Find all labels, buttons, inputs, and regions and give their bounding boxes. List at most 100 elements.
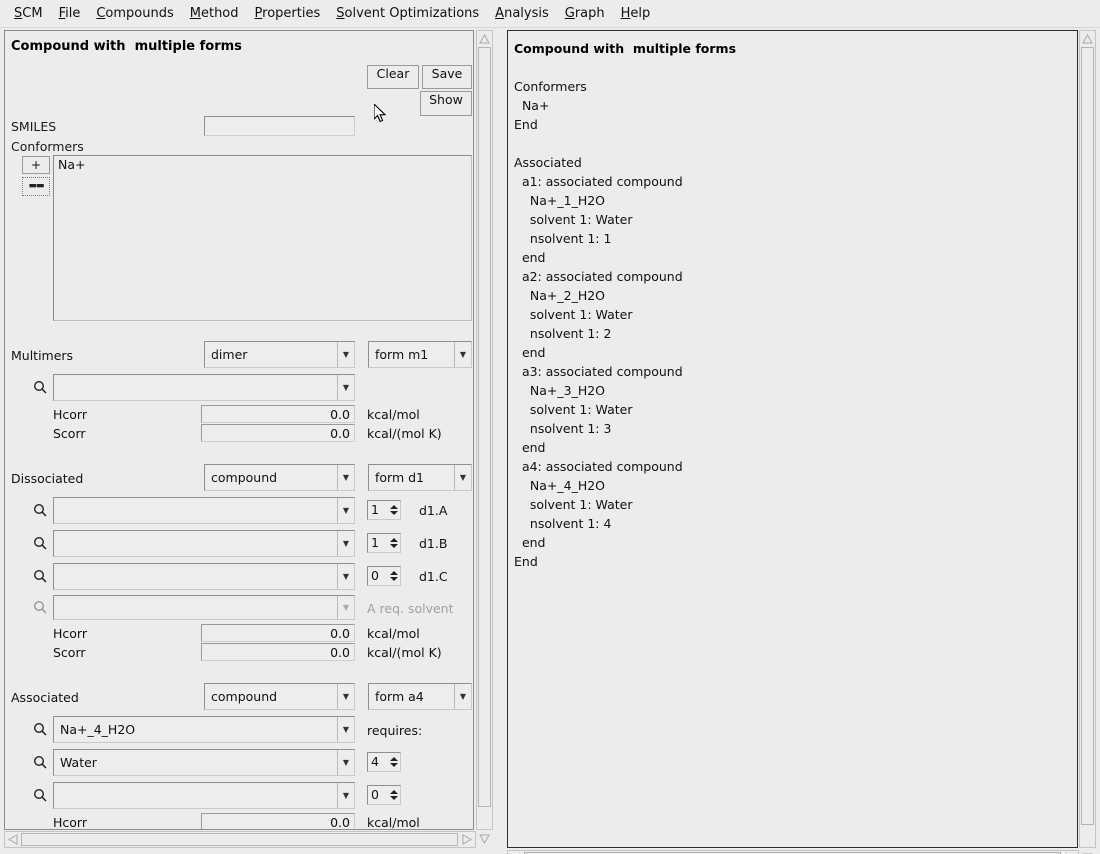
- add-conformer-button[interactable]: +: [22, 156, 50, 174]
- associated-compound-value-1: Na+_4_H2O: [54, 722, 337, 737]
- dissociated-form-value: form d1: [369, 470, 454, 485]
- show-button[interactable]: Show: [420, 91, 472, 116]
- scroll-up-button[interactable]: [1080, 31, 1095, 46]
- conformers-list[interactable]: Na+: [53, 155, 472, 321]
- stepper-arrows[interactable]: [387, 534, 400, 552]
- associated-count-stepper-2[interactable]: 4: [367, 752, 401, 772]
- dissociated-label: Dissociated: [11, 471, 83, 486]
- remove-conformer-button[interactable]: ▬▬: [22, 177, 50, 196]
- search-icon[interactable]: [31, 534, 50, 553]
- right-pane-bottom-scrollbar[interactable]: [507, 850, 1079, 854]
- output-line: End: [514, 552, 1071, 571]
- menu-bar: SCM File Compounds Method Properties Sol…: [0, 0, 1100, 28]
- stepper-arrows[interactable]: [387, 567, 400, 585]
- scroll-right-button[interactable]: [458, 832, 475, 847]
- dissociated-type-select[interactable]: compound ▼: [204, 464, 355, 491]
- chevron-down-icon[interactable]: ▼: [337, 783, 354, 808]
- dissociated-count-stepper-a[interactable]: 1: [367, 500, 401, 520]
- output-text-view[interactable]: Compound with multiple forms Conformers …: [507, 30, 1078, 848]
- associated-count-value-3: 0: [368, 786, 387, 804]
- search-icon[interactable]: [31, 753, 50, 772]
- dissociated-compound-select-b[interactable]: ▼: [53, 530, 355, 557]
- output-line: solvent 1: Water: [514, 305, 1071, 324]
- stepper-down-icon[interactable]: [390, 763, 398, 767]
- menu-item-analysis[interactable]: Analysis: [487, 3, 557, 24]
- chevron-down-icon[interactable]: ▼: [337, 375, 354, 400]
- stepper-up-icon[interactable]: [390, 790, 398, 794]
- menu-item-help[interactable]: Help: [613, 3, 659, 24]
- scroll-corner-button[interactable]: [1079, 850, 1096, 854]
- multimers-form-select[interactable]: form m1 ▼: [368, 341, 472, 368]
- associated-compound-select-2[interactable]: Water ▼: [53, 749, 355, 776]
- chevron-down-icon[interactable]: ▼: [454, 465, 471, 490]
- stepper-arrows[interactable]: [387, 753, 400, 771]
- chevron-down-icon[interactable]: ▼: [454, 684, 471, 709]
- scroll-thumb[interactable]: [478, 47, 491, 807]
- left-pane-horizontal-scrollbar[interactable]: [4, 831, 476, 848]
- chevron-down-icon[interactable]: ▼: [337, 564, 354, 589]
- associated-compound-select-1[interactable]: Na+_4_H2O ▼: [53, 716, 355, 743]
- stepper-up-icon[interactable]: [390, 571, 398, 575]
- menu-item-properties[interactable]: Properties: [247, 3, 329, 24]
- chevron-down-icon[interactable]: ▼: [337, 531, 354, 556]
- search-icon[interactable]: [31, 720, 50, 739]
- multimers-compound-select[interactable]: ▼: [53, 374, 355, 401]
- left-pane-vertical-scrollbar[interactable]: [476, 30, 493, 830]
- dissociated-compound-select-c[interactable]: ▼: [53, 563, 355, 590]
- associated-form-select[interactable]: form a4 ▼: [368, 683, 472, 710]
- associated-compound-select-3[interactable]: ▼: [53, 782, 355, 809]
- stepper-up-icon[interactable]: [390, 505, 398, 509]
- scroll-corner-button[interactable]: [476, 831, 493, 847]
- associated-type-select[interactable]: compound ▼: [204, 683, 355, 710]
- dissociated-hcorr-value[interactable]: 0.0: [201, 624, 355, 642]
- scroll-thumb[interactable]: [21, 833, 458, 846]
- stepper-down-icon[interactable]: [390, 796, 398, 800]
- menu-item-graph[interactable]: Graph: [557, 3, 613, 24]
- associated-hcorr-value[interactable]: 0.0: [201, 813, 355, 830]
- chevron-down-icon[interactable]: ▼: [454, 342, 471, 367]
- menu-item-compounds[interactable]: Compounds: [88, 3, 181, 24]
- multimers-scorr-value[interactable]: 0.0: [201, 424, 355, 442]
- stepper-down-icon[interactable]: [390, 511, 398, 515]
- scroll-thumb[interactable]: [1081, 47, 1094, 825]
- chevron-down-icon[interactable]: ▼: [337, 684, 354, 709]
- smiles-input-field[interactable]: [205, 117, 354, 135]
- stepper-down-icon[interactable]: [390, 544, 398, 548]
- pane-divider[interactable]: [496, 30, 504, 848]
- dissociated-scorr-value[interactable]: 0.0: [201, 643, 355, 661]
- dissociated-count-stepper-b[interactable]: 1: [367, 533, 401, 553]
- associated-hcorr-label: Hcorr: [53, 815, 87, 830]
- menu-item-method[interactable]: Method: [182, 3, 247, 24]
- menu-item-scm[interactable]: SCM: [6, 3, 51, 24]
- menu-item-solvent-optimizations[interactable]: Solvent Optimizations: [328, 3, 487, 24]
- dissociated-tag-c: d1.C: [419, 569, 448, 584]
- stepper-arrows[interactable]: [387, 501, 400, 519]
- search-icon[interactable]: [31, 567, 50, 586]
- dissociated-form-select[interactable]: form d1 ▼: [368, 464, 472, 491]
- dissociated-compound-select-a[interactable]: ▼: [53, 497, 355, 524]
- search-icon[interactable]: [31, 786, 50, 805]
- smiles-input[interactable]: [204, 116, 355, 136]
- chevron-down-icon[interactable]: ▼: [337, 498, 354, 523]
- dissociated-count-stepper-c[interactable]: 0: [367, 566, 401, 586]
- stepper-up-icon[interactable]: [390, 757, 398, 761]
- scroll-up-button[interactable]: [477, 31, 492, 46]
- scroll-left-button[interactable]: [5, 832, 20, 847]
- associated-count-stepper-3[interactable]: 0: [367, 785, 401, 805]
- search-icon[interactable]: [31, 501, 50, 520]
- stepper-down-icon[interactable]: [390, 577, 398, 581]
- right-pane-vertical-scrollbar[interactable]: [1079, 30, 1096, 848]
- save-button[interactable]: Save: [422, 65, 472, 89]
- chevron-down-icon[interactable]: ▼: [337, 465, 354, 490]
- chevron-down-icon[interactable]: ▼: [337, 750, 354, 775]
- chevron-down-icon[interactable]: ▼: [337, 717, 354, 742]
- stepper-up-icon[interactable]: [390, 538, 398, 542]
- stepper-arrows[interactable]: [387, 786, 400, 804]
- clear-button[interactable]: Clear: [367, 65, 419, 89]
- list-item[interactable]: Na+: [54, 156, 471, 173]
- multimers-type-select[interactable]: dimer ▼: [204, 341, 355, 368]
- search-icon[interactable]: [31, 378, 50, 397]
- chevron-down-icon[interactable]: ▼: [337, 342, 354, 367]
- menu-item-file[interactable]: File: [51, 3, 89, 24]
- multimers-hcorr-value[interactable]: 0.0: [201, 405, 355, 423]
